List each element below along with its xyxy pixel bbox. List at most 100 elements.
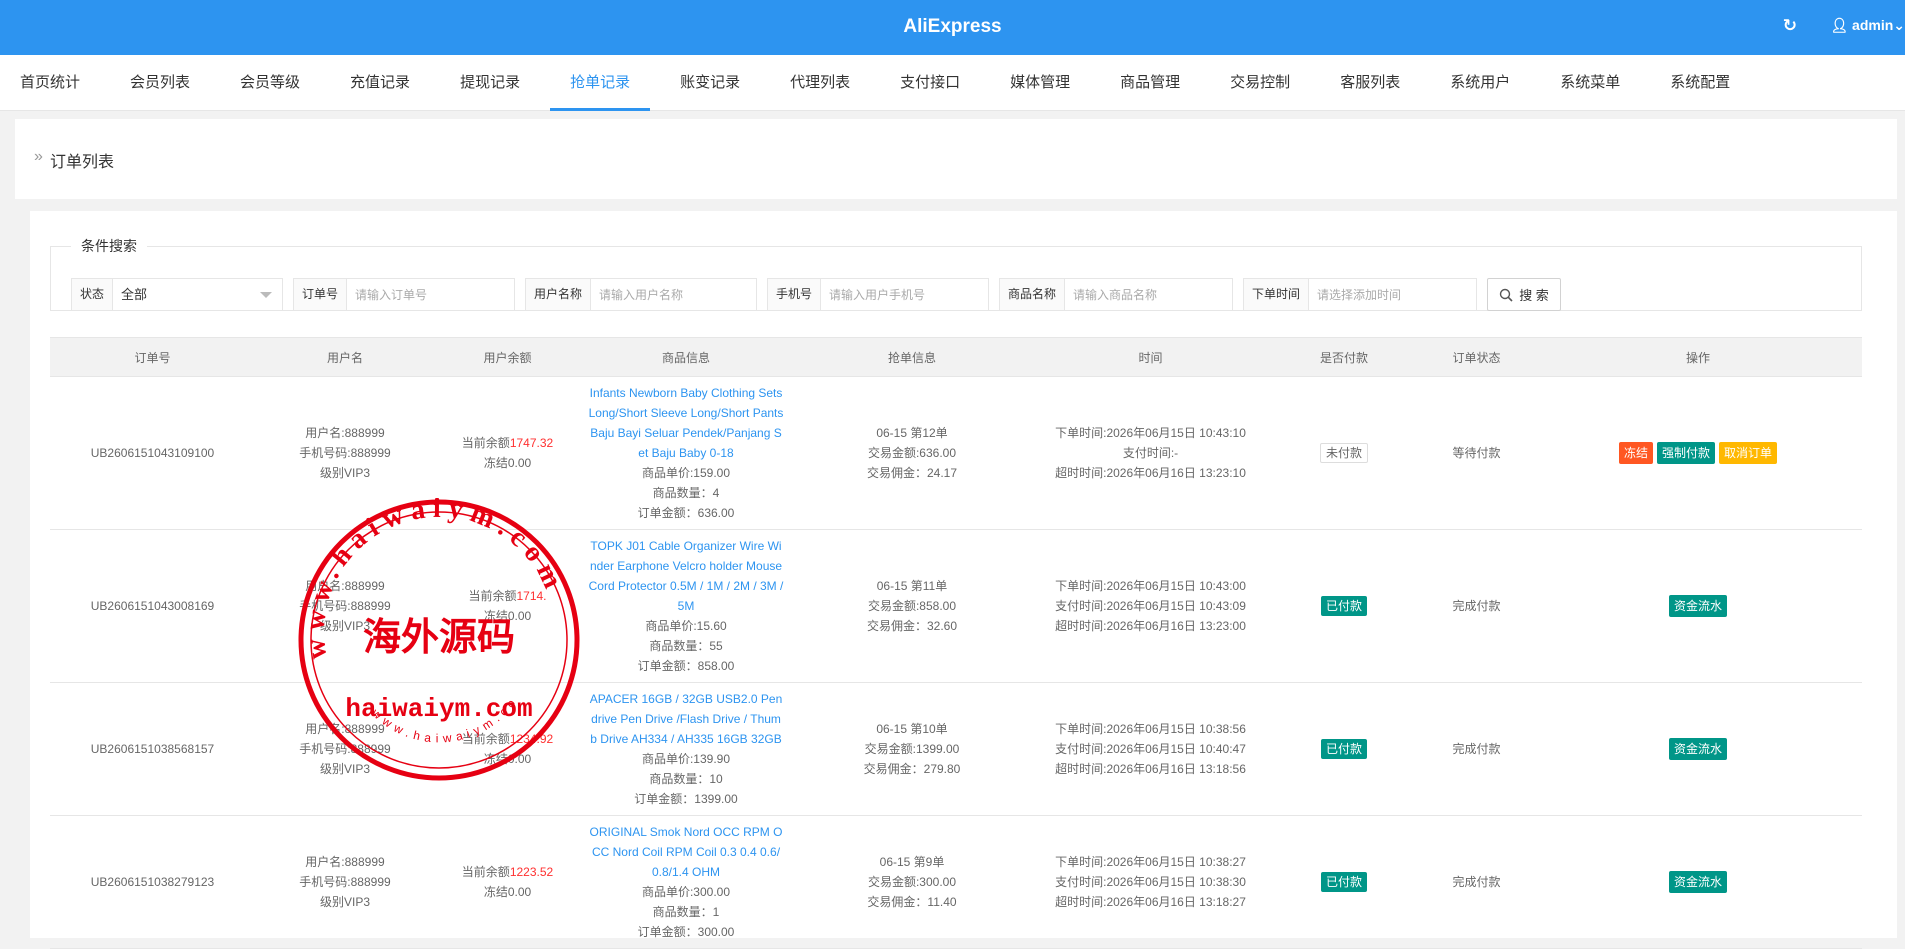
user-info-line: 级别VIP3 xyxy=(319,619,371,633)
grab-info-line: 交易金额:1399.00 xyxy=(864,742,960,756)
fund-flow-button[interactable]: 资金流水 xyxy=(1668,595,1727,617)
nav-member-list[interactable]: 会员列表 xyxy=(110,55,210,111)
user-info-line: 级别VIP3 xyxy=(319,895,371,909)
product-info-line: 商品单价:139.90 xyxy=(641,752,731,766)
nav-member-level[interactable]: 会员等级 xyxy=(220,55,320,111)
breadcrumb: » 订单列表 xyxy=(15,119,1897,199)
time-info-line: 下单时间:2026年06月15日 10:43:00 xyxy=(1055,579,1246,593)
order-no-label: 订单号 xyxy=(294,279,348,310)
username-input[interactable] xyxy=(591,279,756,310)
status-label: 状态 xyxy=(72,279,114,310)
product-info-line: 商品单价:159.00 xyxy=(641,466,731,480)
order-status: 完成付款 xyxy=(1452,742,1501,756)
force-pay-button[interactable]: 强制付款 xyxy=(1656,442,1715,464)
cancel-order-button[interactable]: 取消订单 xyxy=(1719,442,1778,464)
table-row: UB2606151038279123 用户名:888999 手机号码:888999 级… xyxy=(50,815,1862,949)
time-info-line: 支付时间:- xyxy=(1122,446,1179,460)
nav-system-menu[interactable]: 系统菜单 xyxy=(1540,55,1640,111)
order-time-input[interactable] xyxy=(1309,279,1476,310)
username-label: 用户名称 xyxy=(526,279,592,310)
order-no-input[interactable] xyxy=(347,279,514,310)
user-info-line: 用户名:888999 xyxy=(305,426,385,440)
product-title-link[interactable]: APACER 16GB / 32GB USB2.0 Pendrive Pen D… xyxy=(584,689,788,749)
column-header: 是否付款 xyxy=(1269,337,1419,377)
nav-withdraw-records[interactable]: 提现记录 xyxy=(440,55,540,111)
grab-info-line: 06-15 第10单 xyxy=(876,722,948,736)
nav-agent-list[interactable]: 代理列表 xyxy=(770,55,870,111)
nav-system-config[interactable]: 系统配置 xyxy=(1650,55,1750,111)
user-info-line: 手机号码:888999 xyxy=(299,742,391,756)
balance-line: 当前余额1223.52 xyxy=(439,862,576,882)
product-info-line: 订单金额：300.00 xyxy=(637,925,735,939)
user-icon: 👤︎ xyxy=(1830,17,1849,33)
product-info-line: 商品数量：10 xyxy=(649,772,723,786)
payment-status-badge: 已付款 xyxy=(1320,872,1367,892)
phone-field: 手机号 xyxy=(767,278,989,311)
freeze-button[interactable]: 冻结 xyxy=(1618,442,1653,464)
refresh-icon[interactable]: ↻ xyxy=(1783,16,1797,36)
nav-home-stats[interactable]: 首页统计 xyxy=(0,55,100,111)
search-button-label: 搜 索 xyxy=(1519,288,1549,303)
time-info-line: 支付时间:2026年06月15日 10:38:30 xyxy=(1055,875,1246,889)
search-legend: 条件搜索 xyxy=(81,238,137,254)
product-title-link[interactable]: TOPK J01 Cable Organizer Wire Winder Ear… xyxy=(584,536,788,616)
grab-info-line: 交易佣金：279.80 xyxy=(863,762,961,776)
top-header: AliExpress ↻ 👤︎ admin⌄ xyxy=(0,0,1905,55)
product-title-link[interactable]: ORIGINAL Smok Nord OCC RPM OCC Nord Coil… xyxy=(584,822,788,882)
order-number: UB2606151038568157 xyxy=(90,742,215,756)
status-select[interactable]: 状态 全部 xyxy=(71,278,283,311)
time-info-line: 下单时间:2026年06月15日 10:38:27 xyxy=(1055,855,1246,869)
grab-info-line: 06-15 第9单 xyxy=(879,855,945,869)
product-info-line: 商品单价:300.00 xyxy=(641,885,731,899)
column-header: 用户余额 xyxy=(435,337,580,377)
time-info-line: 超时时间:2026年06月16日 13:18:27 xyxy=(1055,895,1246,909)
frozen-amount: 冻结0.00 xyxy=(483,752,532,766)
grab-info-line: 交易佣金：32.60 xyxy=(866,619,958,633)
product-title-link[interactable]: Infants Newborn Baby Clothing Sets Long/… xyxy=(584,383,788,463)
grab-info-line: 交易金额:300.00 xyxy=(867,875,957,889)
search-form: 条件搜索 状态 全部 订单号 用户名称 手机号 商品名称 下单时间 xyxy=(50,236,1862,311)
nav-media-management[interactable]: 媒体管理 xyxy=(990,55,1090,111)
phone-label: 手机号 xyxy=(768,279,822,310)
user-info-line: 用户名:888999 xyxy=(305,855,385,869)
time-info-line: 支付时间:2026年06月15日 10:40:47 xyxy=(1055,742,1246,756)
user-info-line: 用户名:888999 xyxy=(305,579,385,593)
time-info-line: 超时时间:2026年06月16日 13:23:10 xyxy=(1055,466,1246,480)
grab-info-line: 06-15 第12单 xyxy=(876,426,948,440)
status-select-value[interactable]: 全部 xyxy=(113,279,282,310)
balance-label: 当前余额 xyxy=(461,865,510,879)
nav-payment-interface[interactable]: 支付接口 xyxy=(880,55,980,111)
chevron-down-icon: ⌄ xyxy=(1893,17,1905,33)
order-status: 等待付款 xyxy=(1452,446,1501,460)
nav-trade-control[interactable]: 交易控制 xyxy=(1210,55,1310,111)
time-info-line: 超时时间:2026年06月16日 13:18:56 xyxy=(1055,762,1246,776)
username-label: admin xyxy=(1852,17,1894,33)
product-name-label: 商品名称 xyxy=(1000,279,1066,310)
product-info-line: 订单金额：858.00 xyxy=(637,659,735,673)
column-header: 抢单信息 xyxy=(792,337,1032,377)
phone-input[interactable] xyxy=(821,279,988,310)
chevron-down-icon xyxy=(260,292,272,298)
product-info-line: 商品单价:15.60 xyxy=(645,619,727,633)
fund-flow-button[interactable]: 资金流水 xyxy=(1668,738,1727,760)
payment-status-badge: 已付款 xyxy=(1320,739,1367,759)
user-info-line: 手机号码:888999 xyxy=(299,446,391,460)
balance-value: 1747.32 xyxy=(509,436,554,450)
nav-product-management[interactable]: 商品管理 xyxy=(1100,55,1200,111)
payment-status-badge: 已付款 xyxy=(1320,596,1367,616)
nav-system-users[interactable]: 系统用户 xyxy=(1430,55,1530,111)
nav-grab-order-records[interactable]: 抢单记录 xyxy=(550,55,651,111)
nav-balance-change-records[interactable]: 账变记录 xyxy=(660,55,760,111)
payment-status-badge: 未付款 xyxy=(1319,443,1368,463)
product-info-line: 订单金额：636.00 xyxy=(637,506,735,520)
order-no-field: 订单号 xyxy=(293,278,515,311)
nav-customer-service[interactable]: 客服列表 xyxy=(1320,55,1420,111)
user-menu[interactable]: 👤︎ admin⌄ xyxy=(1830,17,1905,34)
search-button[interactable]: 搜 索 xyxy=(1487,278,1561,311)
frozen-amount: 冻结0.00 xyxy=(483,885,532,899)
nav-recharge-records[interactable]: 充值记录 xyxy=(330,55,430,111)
user-info-line: 级别VIP3 xyxy=(319,466,371,480)
order-status: 完成付款 xyxy=(1452,599,1501,613)
fund-flow-button[interactable]: 资金流水 xyxy=(1668,871,1727,893)
product-name-input[interactable] xyxy=(1065,279,1232,310)
